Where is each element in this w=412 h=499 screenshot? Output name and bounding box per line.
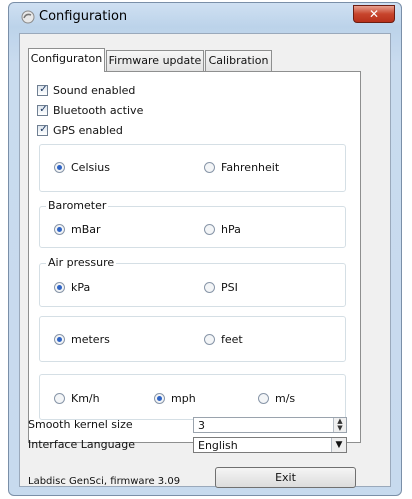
sound-enabled-checkbox[interactable]: ✓ <box>37 83 48 96</box>
title-bar[interactable]: Configuration ✕ <box>9 3 401 31</box>
psi-label: PSI <box>221 281 238 294</box>
exit-button[interactable]: Exit <box>215 467 356 488</box>
smooth-kernel-label: Smooth kernel size <box>28 418 133 431</box>
mbar-label: mBar <box>71 223 101 236</box>
distance-group: meters feet <box>39 316 346 362</box>
mph-radio-row[interactable]: mph <box>154 392 196 405</box>
hpa-label: hPa <box>221 223 241 236</box>
psi-radio-row[interactable]: PSI <box>204 281 238 294</box>
kpa-radio[interactable] <box>54 282 65 293</box>
checkmark-icon: ✓ <box>39 123 48 135</box>
sound-enabled-label: Sound enabled <box>53 83 136 97</box>
fahrenheit-radio[interactable] <box>204 162 215 173</box>
feet-label: feet <box>221 333 243 346</box>
window-title: Configuration <box>39 9 128 24</box>
gps-enabled-label: GPS enabled <box>53 123 123 137</box>
mph-radio[interactable] <box>154 393 165 404</box>
barometer-group: Barometer mBar hPa <box>39 199 346 248</box>
bluetooth-active-checkbox[interactable]: ✓ <box>37 103 48 116</box>
fahrenheit-label: Fahrenheit <box>221 161 280 174</box>
tab-firmware-update[interactable]: Firmware update <box>106 50 204 71</box>
close-button[interactable]: ✕ <box>353 5 395 23</box>
ms-radio[interactable] <box>258 393 269 404</box>
smooth-kernel-stepper[interactable]: 3 ▲ ▼ <box>193 417 347 433</box>
configuration-panel: ✓ Sound enabled ✓ Bluetooth active ✓ GPS… <box>28 71 361 443</box>
air-pressure-group: Air pressure kPa PSI <box>39 256 346 307</box>
dialog-client-area: Configuraton Firmware update Calibration… <box>19 33 391 488</box>
configuration-window: Configuration ✕ Configuraton Firmware up… <box>8 2 402 496</box>
close-icon: ✕ <box>368 7 380 21</box>
bluetooth-active-label: Bluetooth active <box>53 103 144 117</box>
spin-arrows-icon[interactable]: ▲ ▼ <box>333 418 346 432</box>
barometer-group-label: Barometer <box>46 199 109 212</box>
firmware-status-text: Labdisc GenSci, firmware 3.09 <box>28 476 181 487</box>
tab-configuration[interactable]: Configuraton <box>28 48 105 72</box>
interface-language-value: English <box>198 439 238 452</box>
smooth-kernel-value: 3 <box>198 419 205 432</box>
feet-radio[interactable] <box>204 334 215 345</box>
feet-radio-row[interactable]: feet <box>204 333 243 346</box>
kmh-radio-row[interactable]: Km/h <box>54 392 100 405</box>
kpa-radio-row[interactable]: kPa <box>54 281 90 294</box>
ms-radio-row[interactable]: m/s <box>258 392 295 405</box>
meters-radio-row[interactable]: meters <box>54 333 110 346</box>
fahrenheit-radio-row[interactable]: Fahrenheit <box>204 161 279 174</box>
celsius-label: Celsius <box>71 161 110 174</box>
hpa-radio[interactable] <box>204 224 215 235</box>
celsius-radio[interactable] <box>54 162 65 173</box>
kpa-label: kPa <box>71 281 91 294</box>
kmh-radio[interactable] <box>54 393 65 404</box>
mbar-radio[interactable] <box>54 224 65 235</box>
sound-enabled-checkbox-row[interactable]: ✓ Sound enabled <box>37 82 135 98</box>
meters-radio[interactable] <box>54 334 65 345</box>
ms-label: m/s <box>275 392 296 405</box>
gps-enabled-checkbox[interactable]: ✓ <box>37 123 48 136</box>
meters-label: meters <box>71 333 110 346</box>
hpa-radio-row[interactable]: hPa <box>204 223 241 236</box>
checkmark-icon: ✓ <box>39 103 48 115</box>
kmh-label: Km/h <box>71 392 100 405</box>
gps-enabled-checkbox-row[interactable]: ✓ GPS enabled <box>37 122 123 138</box>
interface-language-label: Interface Language <box>28 438 136 451</box>
checkmark-icon: ✓ <box>39 83 48 95</box>
app-icon <box>21 10 35 24</box>
speed-group: Km/h mph m/s <box>39 374 346 420</box>
bluetooth-active-checkbox-row[interactable]: ✓ Bluetooth active <box>37 102 143 118</box>
mbar-radio-row[interactable]: mBar <box>54 223 101 236</box>
psi-radio[interactable] <box>204 282 215 293</box>
chevron-down-icon[interactable]: ▼ <box>331 438 346 452</box>
interface-language-select[interactable]: English ▼ <box>193 437 347 453</box>
mph-label: mph <box>171 392 196 405</box>
temperature-group: Celsius Fahrenheit <box>39 144 346 192</box>
tab-calibration[interactable]: Calibration <box>205 50 272 71</box>
air-pressure-group-label: Air pressure <box>46 256 117 269</box>
celsius-radio-row[interactable]: Celsius <box>54 161 110 174</box>
